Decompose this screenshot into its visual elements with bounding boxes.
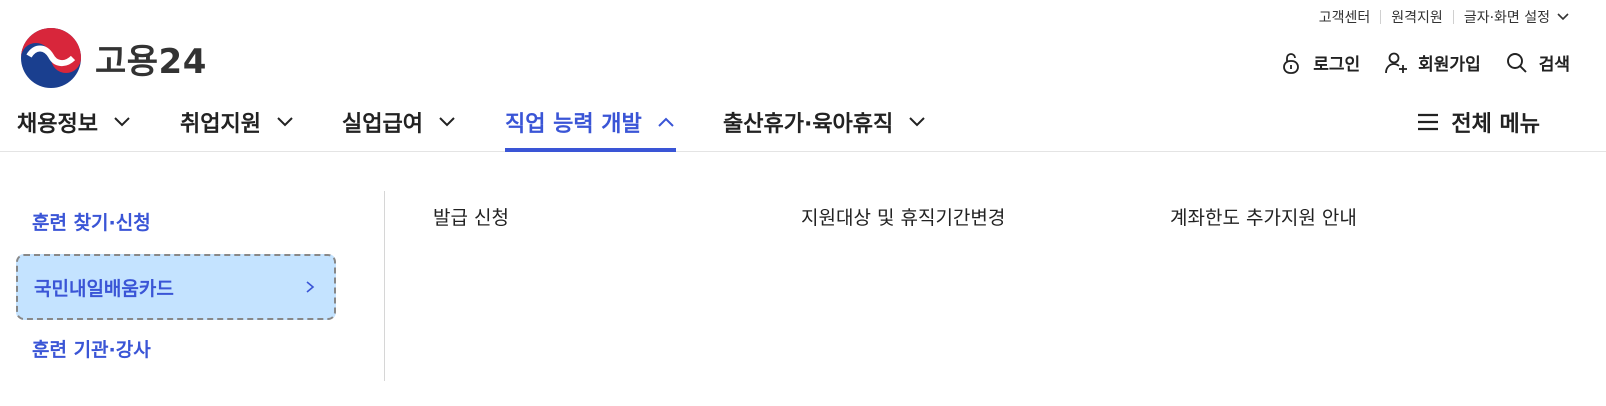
- customer-center-link[interactable]: 고객센터: [1319, 7, 1371, 27]
- side-item-training-search[interactable]: 훈련 찾기·신청: [16, 203, 336, 239]
- hamburger-menu-icon: [1418, 113, 1439, 131]
- logo-text: 고용24: [95, 41, 207, 82]
- side-item-label: 훈련 기관·강사: [32, 338, 151, 361]
- nav-item-label: 채용정보: [17, 112, 98, 137]
- text-screen-settings-button[interactable]: 글자·화면 설정: [1464, 7, 1570, 27]
- nav-item-label: 직업 능력 개발: [505, 112, 642, 137]
- chevron-down-icon: [909, 117, 925, 127]
- page: 고객센터 원격지원 글자·화면 설정 고용24 로그인 회원가입 검색 채용정보…: [0, 0, 1606, 406]
- main-nav: 채용정보 취업지원 실업급여 직업 능력 개발 출산휴가·육아휴직 전체 메뉴: [0, 94, 1606, 152]
- issue-application-link[interactable]: 발급 신청: [433, 203, 509, 230]
- taegeuk-logo-icon: [21, 28, 81, 88]
- utility-links: 고객센터 원격지원 글자·화면 설정: [1319, 7, 1570, 27]
- chevron-down-icon: [439, 117, 455, 127]
- side-item-training-institutions[interactable]: 훈련 기관·강사: [16, 330, 336, 366]
- chevron-right-icon: [306, 281, 315, 293]
- nav-item-job-info[interactable]: 채용정보: [17, 106, 132, 152]
- signup-button[interactable]: 회원가입: [1384, 50, 1481, 75]
- nav-item-label: 출산휴가·육아휴직: [723, 112, 894, 137]
- login-label: 로그인: [1313, 55, 1361, 75]
- side-item-national-learning-card[interactable]: 국민내일배움카드: [16, 254, 336, 320]
- nav-item-parental-leave[interactable]: 출산휴가·육아휴직: [723, 106, 927, 152]
- signup-label: 회원가입: [1418, 55, 1481, 75]
- account-limit-support-link[interactable]: 계좌한도 추가지원 안내: [1170, 203, 1357, 230]
- remote-support-link[interactable]: 원격지원: [1391, 7, 1443, 27]
- login-button[interactable]: 로그인: [1279, 50, 1360, 75]
- divider: [1380, 10, 1382, 24]
- chevron-up-icon: [658, 117, 674, 127]
- side-item-label: 국민내일배움카드: [34, 277, 174, 300]
- chevron-down-icon: [1557, 13, 1569, 21]
- lock-icon: [1283, 52, 1300, 74]
- chevron-down-icon: [277, 117, 293, 127]
- nav-item-label: 취업지원: [180, 112, 261, 137]
- all-menu-label: 전체 메뉴: [1451, 112, 1540, 137]
- divider: [1452, 10, 1454, 24]
- submenu-divider: [384, 191, 385, 381]
- search-label: 검색: [1538, 55, 1570, 75]
- nav-item-label: 실업급여: [342, 112, 423, 137]
- text-screen-settings-label: 글자·화면 설정: [1463, 10, 1550, 26]
- eligibility-leave-change-link[interactable]: 지원대상 및 휴직기간변경: [801, 203, 1005, 230]
- search-button[interactable]: 검색: [1505, 50, 1570, 75]
- account-actions: 로그인 회원가입 검색: [1255, 50, 1570, 75]
- nav-item-vocational-training[interactable]: 직업 능력 개발: [505, 106, 676, 152]
- nav-item-unemployment-benefits[interactable]: 실업급여: [342, 106, 457, 152]
- side-item-label: 훈련 찾기·신청: [32, 211, 151, 234]
- all-menu-button[interactable]: 전체 메뉴: [1417, 106, 1540, 138]
- site-logo[interactable]: 고용24: [21, 28, 207, 88]
- nav-item-employment-support[interactable]: 취업지원: [180, 106, 295, 152]
- add-user-icon: [1385, 52, 1408, 73]
- chevron-down-icon: [114, 117, 130, 127]
- search-icon: [1506, 52, 1527, 73]
